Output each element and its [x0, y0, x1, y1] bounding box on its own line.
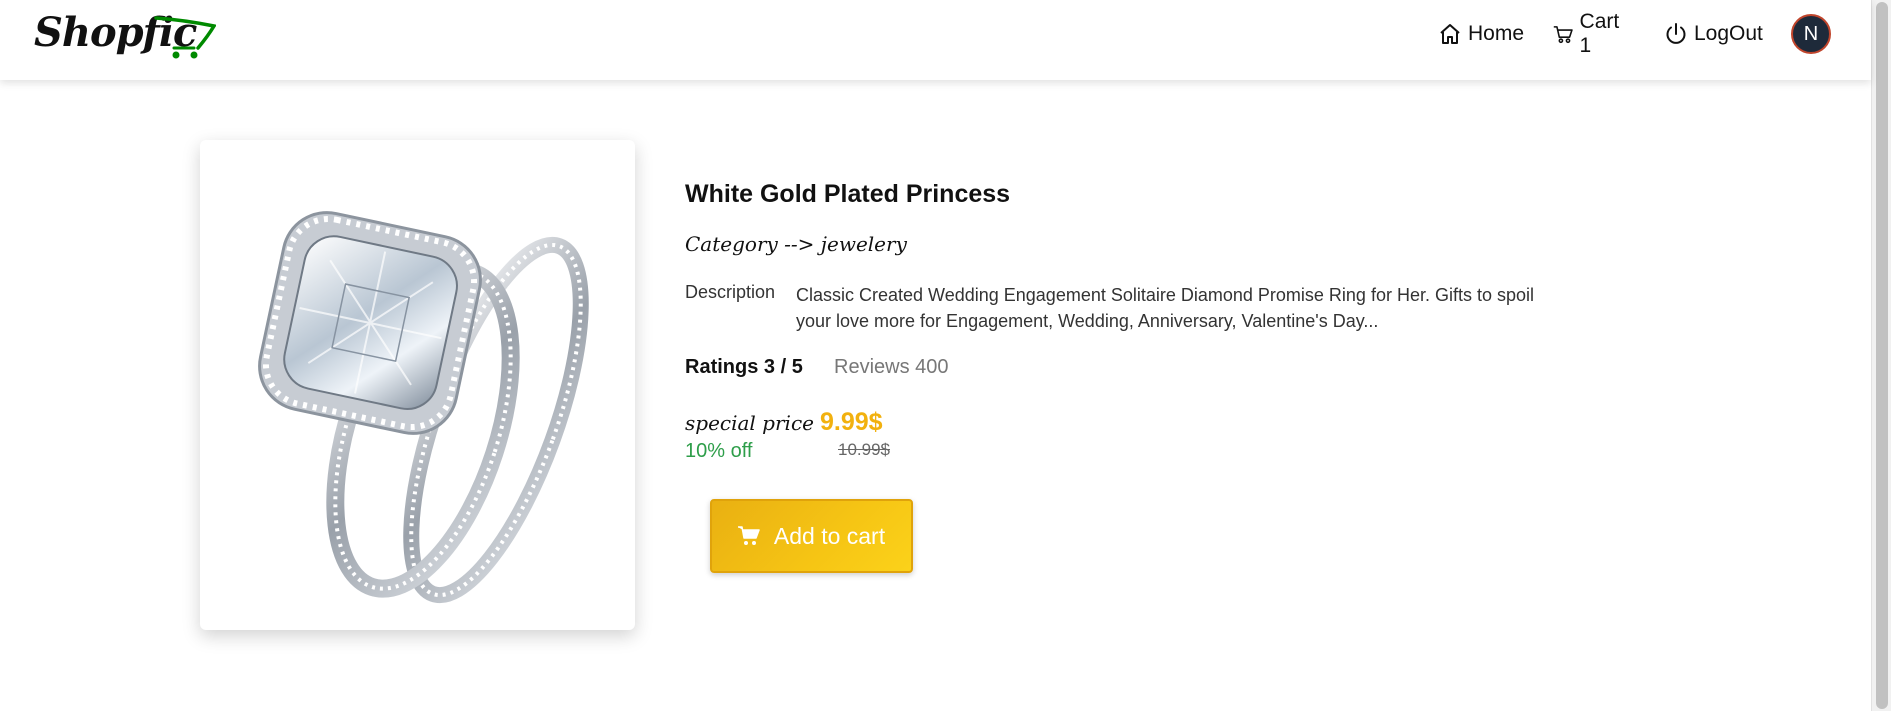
- special-price-label: special price: [685, 411, 814, 435]
- top-navbar: Shopfic Home Cart 1 LogOut N: [0, 0, 1871, 80]
- product-reviews: Reviews 400: [834, 356, 949, 378]
- description-label: Description: [685, 282, 776, 302]
- original-price: 10.99$: [838, 440, 890, 459]
- discount-percent: 10% off: [685, 440, 753, 462]
- special-price-row: special price 9.99$: [685, 408, 883, 437]
- cart-icon: [1553, 26, 1573, 44]
- product-image-card: [200, 140, 635, 630]
- special-price-value: 9.99$: [819, 408, 883, 436]
- product-category: Category --> jewelery: [685, 232, 907, 256]
- scrollbar-thumb[interactable]: [1876, 2, 1888, 709]
- nav-logout-label: LogOut: [1694, 22, 1763, 45]
- nav-cart-link[interactable]: Cart 1: [1553, 10, 1625, 57]
- logo-cart-icon: [154, 16, 216, 59]
- nav-cart-label: Cart 1: [1579, 10, 1620, 57]
- add-to-cart-label: Add to cart: [773, 522, 886, 549]
- page-scrollbar[interactable]: [1871, 0, 1891, 711]
- cart-icon: [737, 526, 760, 545]
- home-icon: [1440, 24, 1460, 44]
- product-ratings: Ratings 3 / 5: [685, 356, 803, 378]
- user-avatar[interactable]: N: [1791, 14, 1831, 54]
- nav-logout-link[interactable]: LogOut: [1664, 18, 1763, 50]
- ring-image: [257, 211, 589, 604]
- nav-home-link[interactable]: Home: [1438, 18, 1524, 50]
- product-description: Classic Created Wedding Engagement Solit…: [796, 285, 1534, 331]
- add-to-cart-button[interactable]: Add to cart: [710, 499, 913, 573]
- product-title: White Gold Plated Princess: [685, 180, 1011, 208]
- nav-home-label: Home: [1468, 22, 1525, 45]
- shopfic-logo[interactable]: Shopfic: [34, 10, 216, 60]
- power-icon: [1666, 23, 1686, 44]
